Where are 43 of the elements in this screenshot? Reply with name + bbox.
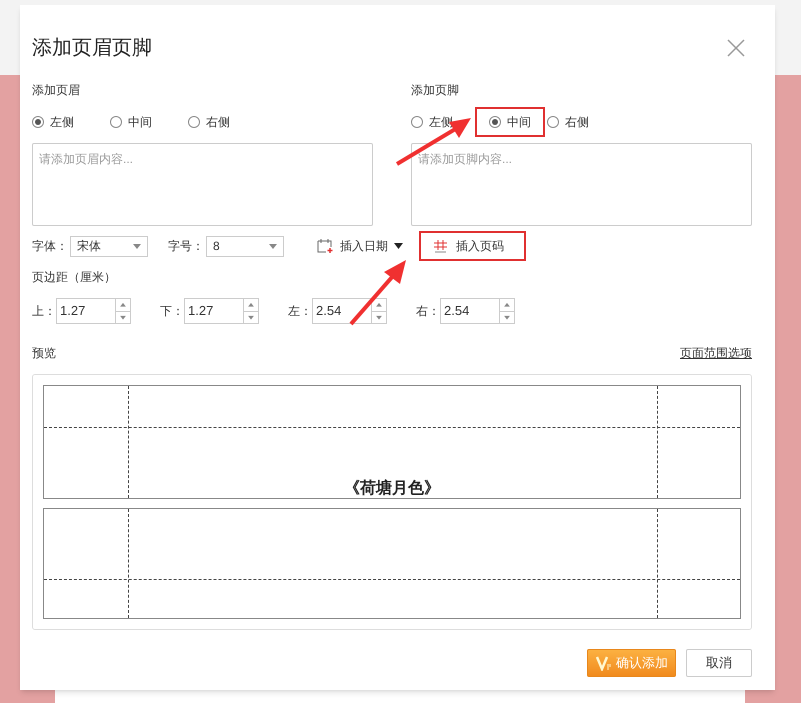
insert-date-button[interactable]: 插入日期 [317,237,403,255]
radio-button[interactable] [110,116,122,128]
radio-label: 右侧 [206,114,230,131]
field-label: 字号： [168,238,204,255]
number-field[interactable]: 2.54 [440,298,515,324]
section-label: 预览 [32,345,56,362]
page-range-link[interactable]: 页面范围选项 [680,344,752,362]
section-label: 添加页脚 [411,82,460,99]
number-field[interactable]: 2.54 [312,298,387,324]
caret-icon [269,244,277,248]
section-label: 添加页眉 [32,82,81,99]
caret-icon [133,244,141,248]
radio-button[interactable] [489,116,501,128]
dialog-title: 添加页眉页脚 [32,36,152,61]
dropdown[interactable]: 宋体 [70,236,148,256]
section-label: 页边距（厘米） [32,269,117,286]
text-area[interactable]: 请添加页眉内容... [32,143,373,226]
radio-label: 中间 [128,114,152,131]
text-area[interactable]: 请添加页脚内容... [411,143,752,226]
number-field[interactable]: 1.27 [184,298,259,324]
document-title: 《荷塘月色》 [343,478,441,498]
field-label: 字体： [32,238,68,255]
annotation-arrow-drawing [348,258,408,326]
vip-icon [596,655,612,671]
insert-page-number-button[interactable]: 插入页码 [419,231,526,261]
cancel-button[interactable]: 取消 [686,649,752,677]
margin-label: 右： [416,303,440,320]
radio-label: 右侧 [565,114,589,131]
number-field[interactable]: 1.27 [56,298,131,324]
caret-icon [394,243,403,249]
margin-label: 上： [32,303,56,320]
close-icon[interactable] [727,39,745,57]
radio-button[interactable] [411,116,423,128]
dropdown[interactable]: 8 [206,236,284,256]
margin-label: 下： [160,303,184,320]
radio-button[interactable] [188,116,200,128]
margin-label: 左： [288,303,312,320]
radio-button[interactable] [32,116,44,128]
radio-label: 中间 [507,114,531,131]
calendar-add-icon [317,238,334,254]
radio-button[interactable] [547,116,559,128]
hash-icon [433,238,448,254]
radio-label: 左侧 [50,114,74,131]
